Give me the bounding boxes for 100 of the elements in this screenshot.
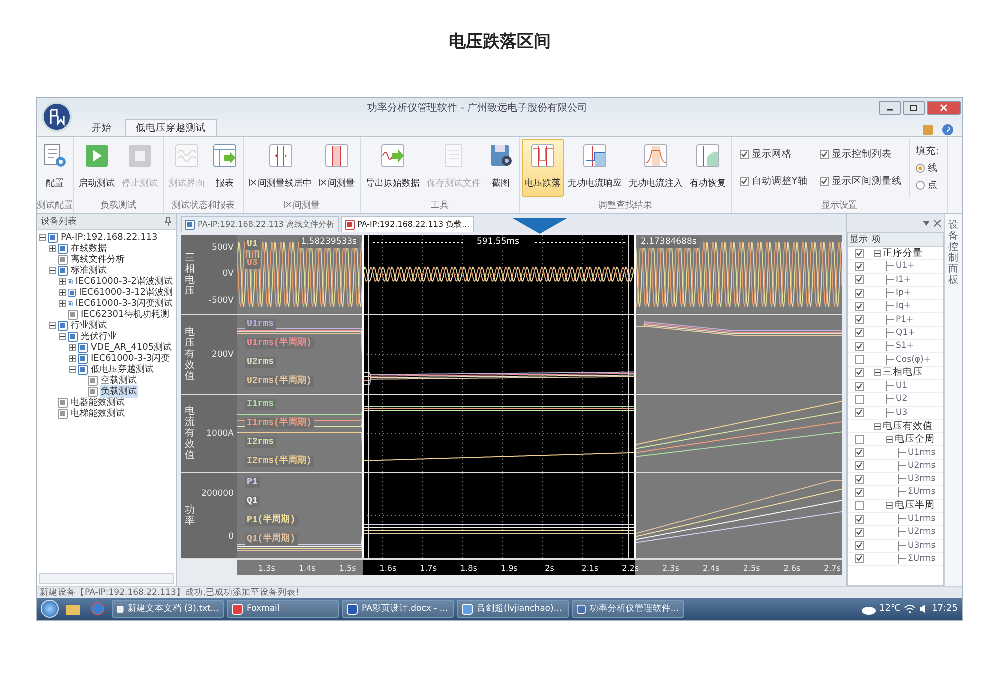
collapse-toggle[interactable]: [886, 502, 893, 510]
checkbox[interactable]: [854, 434, 864, 444]
tree-item[interactable]: 在线数据: [70, 242, 108, 255]
taskbar-item[interactable]: 吕剑超(lvjianchao)...: [457, 600, 569, 618]
tree-connector: [886, 301, 894, 312]
ribbon-button[interactable]: 无功电流响应: [565, 139, 625, 197]
checkbox[interactable]: [854, 328, 864, 338]
tree-item[interactable]: 电器能效测试: [70, 396, 126, 409]
radio-button[interactable]: [916, 180, 925, 190]
checkbox[interactable]: [740, 177, 749, 186]
checkbox[interactable]: [854, 461, 864, 470]
tree-item[interactable]: 离线文件分析: [70, 253, 126, 266]
expand-toggle[interactable]: [59, 300, 66, 307]
tree-item[interactable]: IEC61000-3-3闪变测试: [74, 297, 174, 310]
horizontal-scrollbar[interactable]: [39, 573, 174, 584]
radio-label: 线: [928, 162, 938, 174]
collapse-toggle[interactable]: [69, 366, 76, 373]
close-button[interactable]: [927, 101, 961, 115]
checkbox[interactable]: [854, 514, 864, 524]
fill-label: 填充:: [916, 144, 940, 158]
tree-item[interactable]: 空载测试: [100, 374, 138, 387]
expand-toggle[interactable]: [69, 344, 76, 351]
checkbox[interactable]: [854, 528, 864, 537]
checkbox[interactable]: [854, 448, 864, 458]
ribbon-button[interactable]: 配置: [39, 139, 71, 197]
tree-connector: [898, 487, 906, 498]
taskbar-item[interactable]: Foxmail: [227, 600, 339, 618]
tree-connector: [886, 394, 894, 404]
ribbon-button[interactable]: 有功恢复: [687, 139, 729, 197]
checkbox[interactable]: [854, 248, 864, 258]
checkbox[interactable]: [854, 275, 864, 284]
checkbox[interactable]: [854, 382, 864, 391]
checkbox[interactable]: [854, 368, 864, 378]
expand-toggle[interactable]: [69, 355, 76, 362]
checkbox[interactable]: [854, 288, 864, 298]
tree-item[interactable]: VDE_AR_4105测试: [90, 341, 174, 354]
ribbon-button[interactable]: 无功电流注入: [626, 139, 686, 197]
ribbon-button[interactable]: 区间测量: [316, 139, 358, 197]
ribbon-button[interactable]: 启动测试: [76, 139, 118, 197]
close-icon: [940, 104, 948, 112]
ribbon-button[interactable]: 电压跌落: [522, 139, 564, 197]
tree-item[interactable]: 低电压穿越测试: [90, 363, 155, 376]
tree-item[interactable]: 行业测试: [70, 319, 108, 332]
taskbar-item[interactable]: PA彩页设计.docx - ...: [342, 600, 454, 618]
document-tab[interactable]: PA-IP:192.168.22.113 离线文件分析: [181, 216, 339, 232]
collapse-toggle[interactable]: [874, 422, 881, 430]
tree-item[interactable]: PA-IP:192.168.22.113: [60, 232, 159, 242]
checkbox[interactable]: [854, 262, 864, 271]
x-tick-label: 2s: [545, 564, 554, 573]
expand-toggle[interactable]: [49, 245, 56, 252]
taskbar-item[interactable]: 功率分析仪管理软件...: [572, 600, 684, 618]
checkbox[interactable]: [854, 474, 864, 484]
document-tab[interactable]: PA-IP:192.168.22.113 负载...: [340, 216, 474, 232]
tree-item[interactable]: 电梯能效测试: [70, 407, 126, 420]
ribbon-button[interactable]: 报表: [209, 139, 241, 197]
checkbox[interactable]: [820, 177, 829, 186]
collapse-toggle[interactable]: [49, 322, 56, 329]
expand-toggle[interactable]: [59, 289, 66, 296]
checkbox[interactable]: [854, 394, 864, 404]
checkbox[interactable]: [854, 408, 864, 418]
tree-item[interactable]: IEC61000-3-2谐波测试: [74, 275, 174, 288]
collapse-toggle[interactable]: [49, 267, 56, 274]
checkbox[interactable]: [854, 342, 864, 351]
ribbon-button[interactable]: 区间测量线居中: [246, 139, 315, 197]
tree-item[interactable]: IEC61000-3-12谐波测: [78, 286, 174, 299]
y-tick-label: -500V: [208, 296, 234, 306]
checkbox[interactable]: [854, 488, 864, 497]
tree-item[interactable]: IEC61000-3-3闪变: [90, 352, 172, 365]
strip-title: 电压有效值: [185, 327, 195, 382]
ribbon-tab[interactable]: 开始: [81, 119, 123, 136]
checkbox[interactable]: [854, 541, 864, 550]
ribbon-tab[interactable]: 低电压穿越测试: [125, 119, 217, 136]
collapse-toggle[interactable]: [59, 333, 66, 340]
checkbox[interactable]: [820, 150, 829, 159]
collapse-toggle[interactable]: [39, 234, 46, 241]
series-label: I1rms: [245, 399, 276, 410]
taskbar-item[interactable]: 新建文本文档 (3).txt...: [112, 600, 224, 618]
ribbon-button[interactable]: 截图: [485, 139, 517, 197]
column-header: 显示: [849, 234, 869, 246]
radio-button[interactable]: [916, 164, 925, 172]
expand-toggle[interactable]: [59, 278, 66, 285]
ribbon-button[interactable]: 导出原始数据: [363, 139, 423, 197]
checkbox[interactable]: [854, 315, 864, 324]
maximize-button[interactable]: [903, 101, 925, 115]
tree-item[interactable]: 光伏行业: [80, 330, 118, 343]
collapse-toggle[interactable]: [874, 369, 881, 376]
collapse-toggle[interactable]: [874, 250, 881, 257]
tree-item[interactable]: 负载测试: [100, 385, 138, 398]
list-item: U1rms: [908, 514, 936, 524]
checkbox[interactable]: [854, 554, 864, 564]
tree-item[interactable]: IEC62301待机功耗测: [80, 308, 170, 321]
checkbox[interactable]: [854, 355, 864, 364]
checkbox[interactable]: [854, 302, 864, 311]
collapse-toggle[interactable]: [886, 436, 893, 443]
tree-item[interactable]: 标准测试: [70, 264, 108, 277]
checkbox[interactable]: [740, 150, 749, 159]
checkbox[interactable]: [854, 501, 864, 510]
side-tab[interactable]: 设备控制面板: [944, 214, 962, 586]
node-icon: [58, 320, 68, 330]
start-button[interactable]: [41, 600, 59, 618]
